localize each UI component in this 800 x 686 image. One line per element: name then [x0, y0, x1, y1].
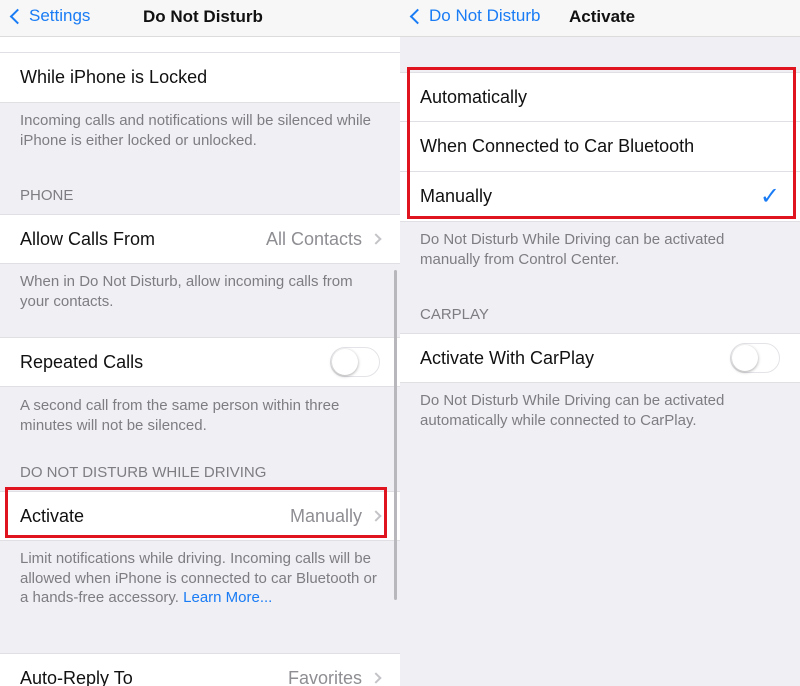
allow-footer: When in Do Not Disturb, allow incoming c… — [20, 273, 353, 310]
carplay-footer: Do Not Disturb While Driving can be acti… — [420, 392, 725, 429]
row-label: Auto-Reply To — [20, 667, 133, 686]
row-label: Activate With CarPlay — [420, 347, 595, 368]
row-value: All Contacts — [265, 228, 362, 249]
chevron-right-icon — [370, 233, 382, 245]
driving-header: DO NOT DISTURB WHILE DRIVING — [20, 464, 267, 481]
while-locked-row[interactable]: While iPhone is Locked — [0, 53, 400, 103]
back-button[interactable]: Settings — [9, 6, 91, 26]
nav-bar: Settings Do Not Disturb — [0, 0, 400, 37]
page-title: Do Not Disturb — [143, 7, 263, 26]
learn-more-link[interactable]: Learn More... — [183, 589, 272, 606]
locked-footer: Incoming calls and notifications will be… — [20, 112, 372, 149]
repeated-calls-toggle[interactable] — [330, 347, 380, 377]
carplay-toggle[interactable] — [730, 343, 780, 373]
activate-footer: Limit notifications while driving. Incom… — [20, 549, 385, 608]
carplay-row: Activate With CarPlay — [400, 333, 800, 383]
allow-calls-row[interactable]: Allow Calls From All Contacts — [0, 214, 400, 264]
activate-panel: Do Not Disturb Activate Automatically Wh… — [400, 0, 800, 686]
highlight-box — [5, 487, 387, 538]
row-label: Repeated Calls — [20, 351, 144, 372]
dnd-settings-panel: Settings Do Not Disturb While iPhone is … — [0, 0, 400, 686]
back-label: Do Not Disturb — [429, 6, 541, 25]
row-label: Allow Calls From — [20, 228, 156, 249]
row-value: Favorites — [287, 667, 362, 686]
page-title: Activate — [569, 7, 636, 26]
nav-bar: Do Not Disturb Activate — [400, 0, 800, 37]
chevron-left-icon — [409, 8, 426, 24]
chevron-right-icon — [370, 672, 382, 684]
repeated-footer: A second call from the same person withi… — [20, 397, 340, 434]
row-label: While iPhone is Locked — [20, 67, 208, 87]
auto-reply-row[interactable]: Auto-Reply To Favorites — [0, 653, 400, 686]
back-label: Settings — [29, 6, 91, 25]
phone-header: PHONE — [20, 187, 74, 204]
repeated-calls-row: Repeated Calls — [0, 337, 400, 387]
highlight-box — [407, 67, 796, 219]
chevron-left-icon — [9, 8, 26, 24]
carplay-header: CARPLAY — [420, 306, 489, 323]
cut-off-row — [0, 36, 400, 53]
options-footer: Do Not Disturb While Driving can be acti… — [420, 231, 725, 268]
scrollbar[interactable] — [394, 270, 397, 600]
back-button[interactable]: Do Not Disturb — [409, 6, 541, 26]
